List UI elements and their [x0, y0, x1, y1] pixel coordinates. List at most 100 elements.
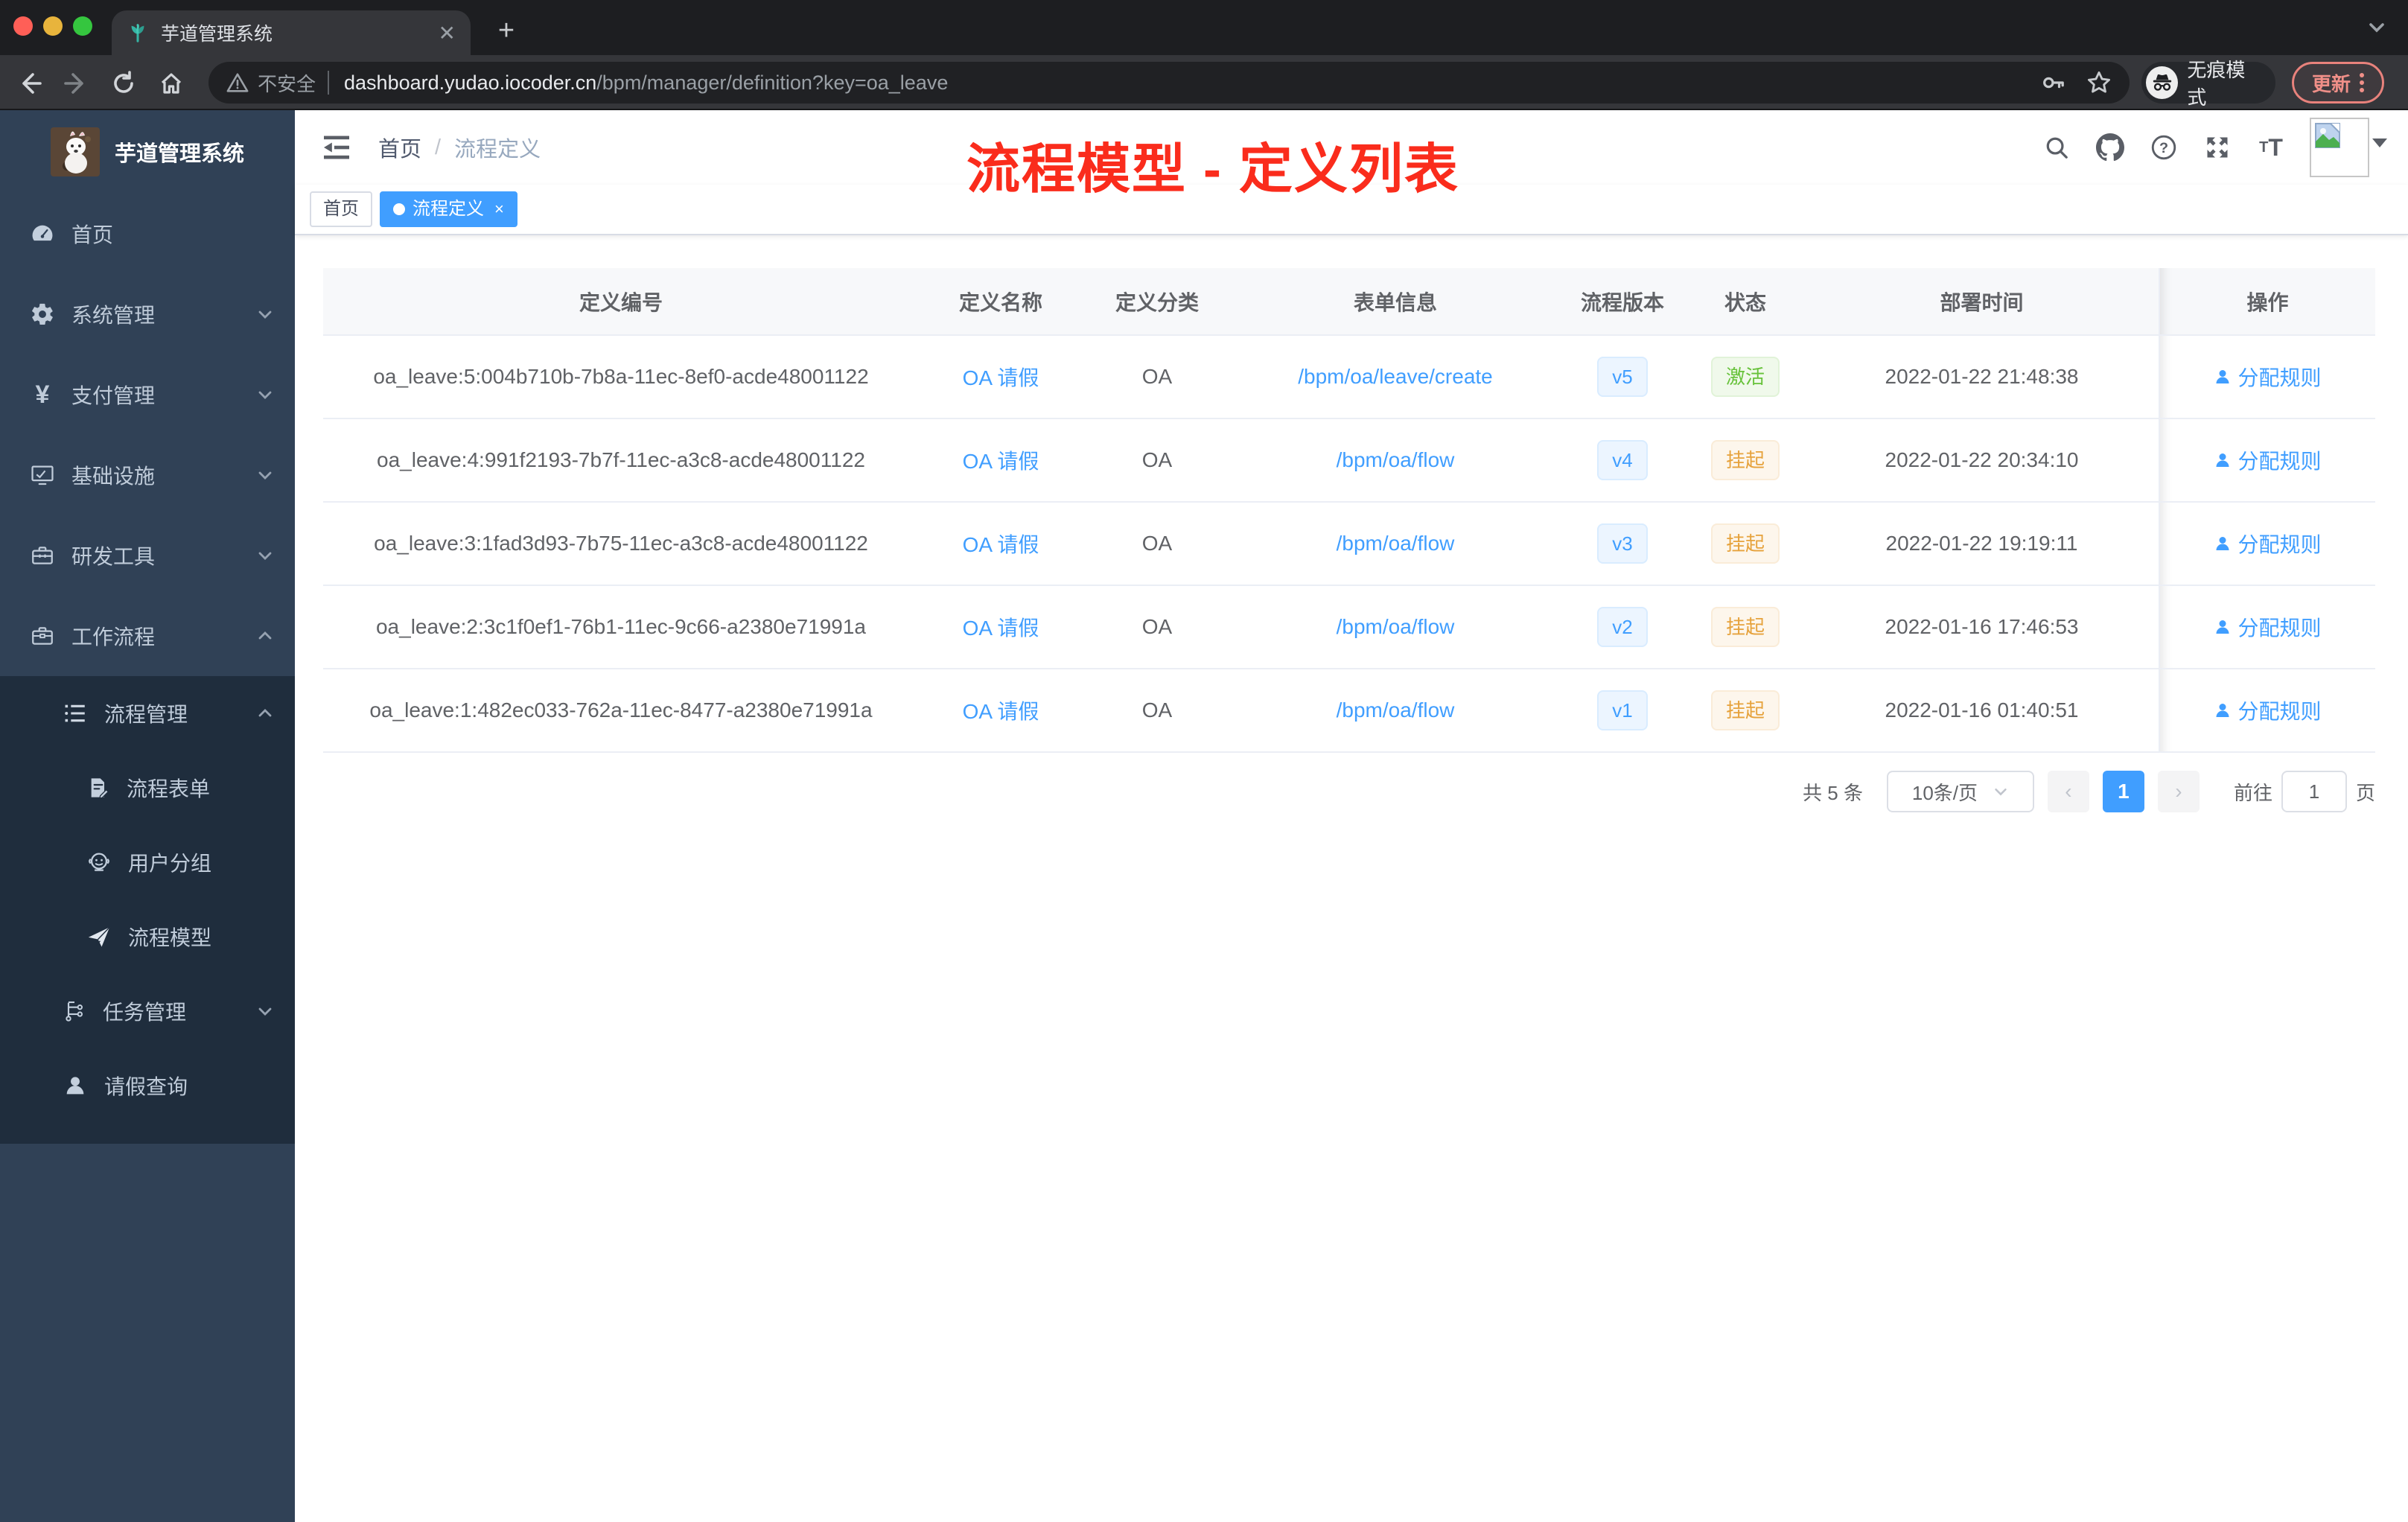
bookmark-star-icon[interactable]: [2086, 70, 2112, 95]
definition-category-cell: OA: [1083, 669, 1232, 753]
sidebar-collapse-icon[interactable]: [313, 124, 360, 171]
version-badge: v5: [1597, 357, 1648, 397]
definition-name-link[interactable]: OA 请假: [963, 533, 1039, 556]
app-title: 芋道管理系统: [115, 142, 245, 166]
user-icon: [66, 1077, 84, 1095]
url-bar[interactable]: 不安全 dashboard.yudao.iocoder.cn/bpm/manag…: [208, 62, 2130, 104]
page-size-select[interactable]: 10条/页: [1886, 771, 2034, 812]
deploy-time-cell: 2022-01-22 20:34:10: [1805, 418, 2159, 503]
sidebar-item-process-form[interactable]: 流程表单: [0, 751, 295, 825]
tag-home[interactable]: 首页: [310, 191, 372, 227]
definition-name-link[interactable]: OA 请假: [963, 366, 1039, 389]
breadcrumb: 首页 / 流程定义: [378, 132, 541, 163]
page-1-button[interactable]: 1: [2102, 771, 2144, 812]
browser-update-button[interactable]: 更新: [2292, 62, 2384, 104]
next-page-button[interactable]: ›: [2157, 771, 2200, 812]
sidebar-item-process-model[interactable]: 流程模型: [0, 899, 295, 974]
assign-rule-link[interactable]: 分配规则: [2214, 612, 2322, 642]
person-icon: [2216, 453, 2229, 467]
sidebar-item-payment[interactable]: ¥ 支付管理: [0, 354, 295, 435]
window-controls[interactable]: [13, 16, 92, 36]
chevron-up-icon: [258, 631, 272, 640]
assign-rule-link[interactable]: 分配规则: [2214, 362, 2322, 392]
not-secure-warning-icon: [226, 73, 249, 92]
toolbox-icon: [32, 547, 53, 564]
tag-close-icon[interactable]: ×: [494, 193, 504, 226]
avatar[interactable]: [2310, 118, 2369, 177]
status-badge: 激活: [1710, 357, 1780, 397]
back-button[interactable]: [10, 64, 49, 103]
assign-rule-link[interactable]: 分配规则: [2214, 529, 2322, 558]
home-button[interactable]: [152, 64, 191, 103]
form-info-link[interactable]: /bpm/oa/flow: [1337, 698, 1455, 722]
definition-id-cell: oa_leave:1:482ec033-762a-11ec-8477-a2380…: [323, 669, 919, 753]
url-text: dashboard.yudao.iocoder.cn/bpm/manager/d…: [344, 71, 949, 94]
breadcrumb-home[interactable]: 首页: [378, 132, 421, 163]
github-icon[interactable]: [2095, 133, 2125, 162]
broken-image-icon: [2315, 123, 2340, 148]
tab-close-icon[interactable]: ✕: [439, 21, 456, 45]
definition-name-link[interactable]: OA 请假: [963, 617, 1039, 640]
sidebar-item-devtools[interactable]: 研发工具: [0, 515, 295, 596]
form-info-link[interactable]: /bpm/oa/flow: [1337, 615, 1455, 638]
form-info-link[interactable]: /bpm/oa/leave/create: [1298, 365, 1493, 388]
sidebar-item-home[interactable]: 首页: [0, 194, 295, 274]
sidebar-item-leave-query[interactable]: 请假查询: [0, 1048, 295, 1123]
person-icon: [2216, 370, 2229, 383]
sidebar-item-user-group[interactable]: 用户分组: [0, 825, 295, 899]
reload-button[interactable]: [104, 64, 143, 103]
browser-menu-icon[interactable]: [2360, 73, 2364, 92]
help-icon[interactable]: ?: [2149, 133, 2179, 162]
sidebar-item-system[interactable]: 系统管理: [0, 274, 295, 354]
tag-process-definition[interactable]: 流程定义 ×: [380, 191, 517, 227]
new-tab-button[interactable]: +: [487, 12, 526, 51]
goto-page-input[interactable]: 1: [2281, 771, 2347, 812]
font-size-icon[interactable]: TT: [2256, 133, 2286, 162]
page-unit-label: 页: [2355, 781, 2375, 804]
chevron-down-icon: [1995, 788, 2007, 796]
assign-rule-link[interactable]: 分配规则: [2214, 695, 2322, 725]
definition-name-link[interactable]: OA 请假: [963, 700, 1039, 723]
definition-id-cell: oa_leave:2:3c1f0ef1-76b1-11ec-9c66-a2380…: [323, 585, 919, 669]
form-info-link[interactable]: /bpm/oa/flow: [1337, 448, 1455, 471]
sidebar-item-workflow[interactable]: 工作流程: [0, 596, 295, 676]
sidebar-item-process-mgmt[interactable]: 流程管理: [0, 676, 295, 751]
chevron-down-icon: [258, 552, 272, 560]
status-badge: 挂起: [1710, 523, 1780, 564]
definition-table: 定义编号 定义名称 定义分类 表单信息 流程版本 状态 部署时间 操作 oa_l…: [323, 268, 2375, 753]
sidebar-logo[interactable]: 芋道管理系统: [0, 110, 295, 194]
annotation-title: 流程模型 - 定义列表: [966, 140, 1459, 200]
sidebar: 芋道管理系统 首页 系统管理 ¥ 支付管理 基础设施 研发工具 工作流程 流程管…: [0, 110, 295, 1522]
forward-button[interactable]: [57, 64, 95, 103]
svg-text:?: ?: [2159, 140, 2168, 156]
assign-rule-link[interactable]: 分配规则: [2214, 445, 2322, 475]
chevron-up-icon: [258, 709, 272, 717]
fullscreen-icon[interactable]: [2202, 133, 2232, 162]
tab-search-icon[interactable]: [2366, 16, 2387, 44]
prev-page-button[interactable]: ‹: [2047, 771, 2089, 812]
sidebar-item-task-mgmt[interactable]: 任务管理: [0, 974, 295, 1048]
list-icon: [65, 704, 85, 722]
maximize-window-button[interactable]: [73, 16, 92, 36]
definition-category-cell: OA: [1083, 335, 1232, 419]
form-info-link[interactable]: /bpm/oa/flow: [1337, 532, 1455, 555]
deploy-time-cell: 2022-01-22 19:19:11: [1805, 502, 2159, 586]
version-badge: v3: [1597, 523, 1648, 564]
tab-title: 芋道管理系统: [161, 24, 273, 45]
chevron-down-icon: [258, 1007, 272, 1016]
page-content: 定义编号 定义名称 定义分类 表单信息 流程版本 状态 部署时间 操作 oa_l…: [295, 235, 2408, 1522]
definition-category-cell: OA: [1083, 585, 1232, 669]
browser-tab[interactable]: 芋道管理系统 ✕: [112, 10, 471, 55]
password-key-icon[interactable]: [2040, 70, 2065, 95]
status-badge: 挂起: [1710, 690, 1780, 730]
person-icon: [2216, 537, 2229, 550]
table-header-row: 定义编号 定义名称 定义分类 表单信息 流程版本 状态 部署时间 操作: [323, 268, 2375, 336]
sidebar-item-infra[interactable]: 基础设施: [0, 435, 295, 515]
close-window-button[interactable]: [13, 16, 33, 36]
search-icon[interactable]: [2042, 133, 2071, 162]
minimize-window-button[interactable]: [43, 16, 63, 36]
avatar-caret-icon[interactable]: [2372, 138, 2387, 147]
update-label: 更新: [2311, 72, 2351, 95]
col-definition-name: 定义名称: [919, 268, 1083, 336]
definition-name-link[interactable]: OA 请假: [963, 450, 1039, 473]
